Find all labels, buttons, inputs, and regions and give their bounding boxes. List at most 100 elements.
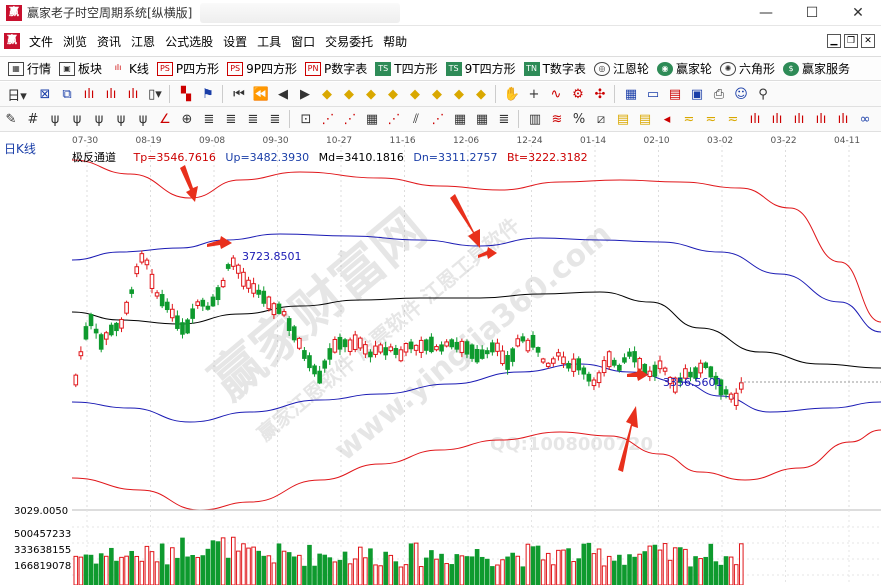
- pencil-icon[interactable]: ✎: [0, 109, 22, 129]
- menu-logo-icon[interactable]: 赢: [4, 33, 20, 49]
- 9p-square-button[interactable]: PS 9P四方形: [227, 60, 297, 77]
- bars-2-icon[interactable]: ılı: [744, 109, 766, 129]
- fork-3-icon[interactable]: ψ: [88, 109, 110, 129]
- mdi-restore-icon[interactable]: ❐: [844, 34, 858, 48]
- mdi-close-icon[interactable]: ✕: [861, 34, 875, 48]
- ladder-5-icon[interactable]: ≣: [493, 109, 515, 129]
- diamond-6-icon[interactable]: ◆: [426, 84, 448, 104]
- p-table-button[interactable]: PN P数字表: [305, 60, 367, 77]
- lines-icon[interactable]: ⫽: [405, 109, 427, 129]
- bars-icon[interactable]: ılı: [78, 84, 100, 104]
- layers-2-icon[interactable]: ▤: [612, 109, 634, 129]
- fan-3-icon[interactable]: ⋰: [383, 109, 405, 129]
- percent-icon[interactable]: %: [568, 109, 590, 129]
- ladder-4-icon[interactable]: ≣: [264, 109, 286, 129]
- grid-box-3-icon[interactable]: ▦: [471, 109, 493, 129]
- layers-3-icon[interactable]: ▤: [634, 109, 656, 129]
- menu-help[interactable]: 帮助: [378, 33, 412, 50]
- fork-5-icon[interactable]: ψ: [132, 109, 154, 129]
- winner-wheel-button[interactable]: ◉ 赢家轮: [656, 60, 712, 77]
- menu-gann[interactable]: 江恩: [126, 33, 160, 50]
- marker-icon[interactable]: ◂: [656, 109, 678, 129]
- box-icon[interactable]: ⊡: [295, 109, 317, 129]
- angle-icon[interactable]: ∠: [154, 109, 176, 129]
- prev-page-icon[interactable]: ⏪: [250, 84, 272, 104]
- wave-2-icon[interactable]: ≋: [546, 109, 568, 129]
- fork-2-icon[interactable]: ψ: [66, 109, 88, 129]
- kline-button[interactable]: ılı K线: [110, 60, 149, 77]
- bars-5-icon[interactable]: ılı: [810, 109, 832, 129]
- layout-icon[interactable]: ⊠: [34, 84, 56, 104]
- circle-grid-icon[interactable]: ⊕: [176, 109, 198, 129]
- band-3-icon[interactable]: ≂: [722, 109, 744, 129]
- p-square-button[interactable]: PS P四方形: [156, 60, 219, 77]
- menu-info[interactable]: 资讯: [92, 33, 126, 50]
- zoom-icon[interactable]: ⚲: [752, 84, 774, 104]
- diamond-3-icon[interactable]: ◆: [360, 84, 382, 104]
- grid-box-2-icon[interactable]: ▦: [449, 109, 471, 129]
- prev-icon[interactable]: ◀: [272, 84, 294, 104]
- mdi-minimize-icon[interactable]: ▁: [827, 34, 841, 48]
- crosshair-icon[interactable]: +: [523, 84, 545, 104]
- diamond-1-icon[interactable]: ◆: [316, 84, 338, 104]
- book-icon[interactable]: ▤: [664, 84, 686, 104]
- first-icon[interactable]: ⏮: [228, 84, 250, 104]
- bars-6-icon[interactable]: ılı: [832, 109, 854, 129]
- gann-wheel-button[interactable]: ◎ 江恩轮: [593, 60, 649, 77]
- fork-icon[interactable]: ψ: [44, 109, 66, 129]
- ladder-3-icon[interactable]: ≣: [242, 109, 264, 129]
- diamond-4-icon[interactable]: ◆: [382, 84, 404, 104]
- menu-settings[interactable]: 设置: [218, 33, 252, 50]
- menu-trade[interactable]: 交易委托: [320, 33, 378, 50]
- next-icon[interactable]: ▶: [294, 84, 316, 104]
- band-2-icon[interactable]: ≂: [700, 109, 722, 129]
- bars-4-icon[interactable]: ılı: [788, 109, 810, 129]
- candle-dropdown-icon[interactable]: ▯▾: [144, 84, 166, 104]
- kline-chart[interactable]: 07-30 08-19 09-08 09-30 10-27 11-16 12-06 12-24…: [0, 132, 881, 585]
- candles-small-icon[interactable]: ılı: [122, 84, 144, 104]
- monitor-icon[interactable]: ▭: [642, 84, 664, 104]
- menu-tools[interactable]: 工具: [252, 33, 286, 50]
- pattern-icon[interactable]: ✣: [589, 84, 611, 104]
- service-button[interactable]: $ 赢家服务: [782, 60, 850, 77]
- menu-window[interactable]: 窗口: [286, 33, 320, 50]
- fan-4-icon[interactable]: ⋰: [427, 109, 449, 129]
- close-button[interactable]: ✕: [835, 0, 881, 26]
- save-icon[interactable]: ▣: [686, 84, 708, 104]
- hexagon-button[interactable]: ✺ 六角形: [719, 60, 775, 77]
- fan-icon[interactable]: ⋰: [317, 109, 339, 129]
- fork-4-icon[interactable]: ψ: [110, 109, 132, 129]
- ladder-2-icon[interactable]: ≣: [220, 109, 242, 129]
- table-icon[interactable]: ▥: [524, 109, 546, 129]
- t-square-button[interactable]: TS T四方形: [375, 60, 438, 77]
- gear-icon[interactable]: ⚙: [567, 84, 589, 104]
- printer-icon[interactable]: ⎙: [708, 84, 730, 104]
- menu-file[interactable]: 文件: [24, 33, 58, 50]
- 9t-square-button[interactable]: TS 9T四方形: [445, 60, 516, 77]
- fan-2-icon[interactable]: ⋰: [339, 109, 361, 129]
- wave-icon[interactable]: ∿: [545, 84, 567, 104]
- indicator-name[interactable]: 极反通道: [72, 151, 116, 164]
- menu-browse[interactable]: 浏览: [58, 33, 92, 50]
- grid-box-icon[interactable]: ▦: [361, 109, 383, 129]
- users-icon[interactable]: ☺: [730, 84, 752, 104]
- layers-icon[interactable]: ⧉: [56, 84, 78, 104]
- period-dropdown-icon[interactable]: 日▾: [0, 84, 34, 104]
- hand-icon[interactable]: ✋: [501, 84, 523, 104]
- hash-icon[interactable]: #: [22, 109, 44, 129]
- diamond-8-icon[interactable]: ◆: [470, 84, 492, 104]
- quote-button[interactable]: ▦ 行情: [8, 60, 51, 77]
- infinity-icon[interactable]: ∞: [854, 109, 876, 129]
- diamond-7-icon[interactable]: ◆: [448, 84, 470, 104]
- menu-formula[interactable]: 公式选股: [160, 33, 218, 50]
- band-icon[interactable]: ≂: [678, 109, 700, 129]
- checkerboard-icon[interactable]: ▚: [175, 84, 197, 104]
- flag-icon[interactable]: ⚑: [197, 84, 219, 104]
- slash-icon[interactable]: ⧄: [590, 109, 612, 129]
- t-table-button[interactable]: TN T数字表: [523, 60, 586, 77]
- bars-alt-icon[interactable]: ılı: [100, 84, 122, 104]
- maximize-button[interactable]: ☐: [789, 0, 835, 26]
- minimize-button[interactable]: —: [743, 0, 789, 26]
- sector-button[interactable]: ▣ 板块: [59, 60, 102, 77]
- ladder-icon[interactable]: ≣: [198, 109, 220, 129]
